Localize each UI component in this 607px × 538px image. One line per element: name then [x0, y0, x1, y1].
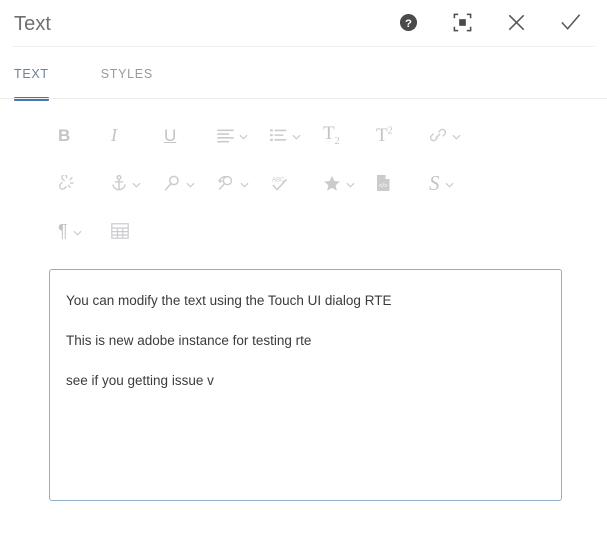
anchor-button[interactable] — [111, 165, 164, 201]
subscript-button[interactable]: T2 — [323, 117, 376, 153]
underline-button[interactable]: U — [164, 117, 217, 153]
bold-button[interactable]: B — [58, 117, 111, 153]
table-button[interactable] — [111, 213, 164, 249]
superscript-glyph: T2 — [376, 124, 393, 146]
page-title: Text — [14, 12, 52, 35]
source-edit-button[interactable]: </> — [376, 165, 429, 201]
find-button[interactable] — [164, 165, 217, 201]
help-icon: ? — [399, 13, 418, 35]
source-edit-icon: </> — [376, 174, 391, 192]
tab-styles[interactable]: STYLES — [101, 47, 167, 97]
styles-glyph: S — [429, 170, 440, 195]
toolbar-row-1: B I U T2 T2 — [0, 111, 607, 159]
chevron-down-icon — [73, 224, 82, 239]
chevron-down-icon — [292, 128, 301, 143]
find-replace-button[interactable] — [217, 165, 270, 201]
fullscreen-icon — [452, 12, 473, 36]
subscript-glyph: T2 — [323, 122, 340, 147]
styles-button[interactable]: S — [429, 165, 482, 201]
find-icon — [164, 175, 181, 192]
editor-wrap: You can modify the text using the Touch … — [0, 255, 607, 501]
spellcheck-button[interactable]: ABC — [270, 165, 323, 201]
help-button[interactable]: ? — [393, 9, 423, 39]
italic-glyph: I — [111, 125, 117, 145]
italic-button[interactable]: I — [111, 117, 164, 153]
editor-paragraph[interactable]: You can modify the text using the Touch … — [66, 292, 545, 310]
link-icon — [429, 127, 447, 143]
unlink-icon — [58, 174, 76, 192]
chevron-down-icon — [452, 128, 461, 143]
unlink-button[interactable] — [58, 165, 111, 201]
header-actions: ? — [393, 9, 593, 39]
toolbar-row-2: ABC </> S — [0, 159, 607, 207]
tab-bar: TEXT STYLES — [0, 47, 607, 101]
toolbar-row-3: ¶ — [0, 207, 607, 255]
svg-text:?: ? — [405, 17, 412, 29]
rich-text-editor[interactable]: You can modify the text using the Touch … — [49, 269, 562, 501]
editor-paragraph[interactable]: This is new adobe instance for testing r… — [66, 332, 545, 350]
paragraph-format-button[interactable]: ¶ — [58, 213, 111, 249]
rte-toolbar: B I U T2 T2 ABC </> S ¶ — [0, 99, 607, 255]
chevron-down-icon — [346, 176, 355, 191]
link-button[interactable] — [429, 117, 482, 153]
confirm-button[interactable] — [555, 9, 585, 39]
superscript-button[interactable]: T2 — [376, 117, 429, 153]
dialog-header: Text ? — [0, 0, 607, 47]
close-icon — [506, 12, 527, 36]
bullet-list-button[interactable] — [270, 117, 323, 153]
table-icon — [111, 223, 129, 239]
fullscreen-button[interactable] — [447, 9, 477, 39]
chevron-down-icon — [186, 176, 195, 191]
chevron-down-icon — [240, 176, 249, 191]
underline-glyph: U — [164, 125, 177, 145]
align-justify-icon — [217, 128, 234, 143]
confirm-check-icon — [559, 11, 582, 37]
align-justify-button[interactable] — [217, 117, 270, 153]
bullet-list-icon — [270, 128, 287, 143]
editor-paragraph[interactable]: see if you getting issue v — [66, 372, 545, 390]
chevron-down-icon — [132, 176, 141, 191]
paragraph-format-icon: ¶ — [58, 221, 68, 241]
chevron-down-icon — [444, 176, 454, 191]
svg-text:</>: </> — [379, 184, 388, 190]
spellcheck-icon: ABC — [270, 175, 290, 192]
anchor-icon — [111, 174, 127, 192]
chevron-down-icon — [239, 128, 248, 143]
special-char-star-icon — [323, 175, 341, 192]
tab-text[interactable]: TEXT — [14, 47, 63, 101]
close-button[interactable] — [501, 9, 531, 39]
bold-glyph: B — [58, 125, 71, 145]
find-replace-icon — [217, 175, 235, 192]
special-char-button[interactable] — [323, 165, 376, 201]
tabbar-divider — [0, 98, 607, 99]
